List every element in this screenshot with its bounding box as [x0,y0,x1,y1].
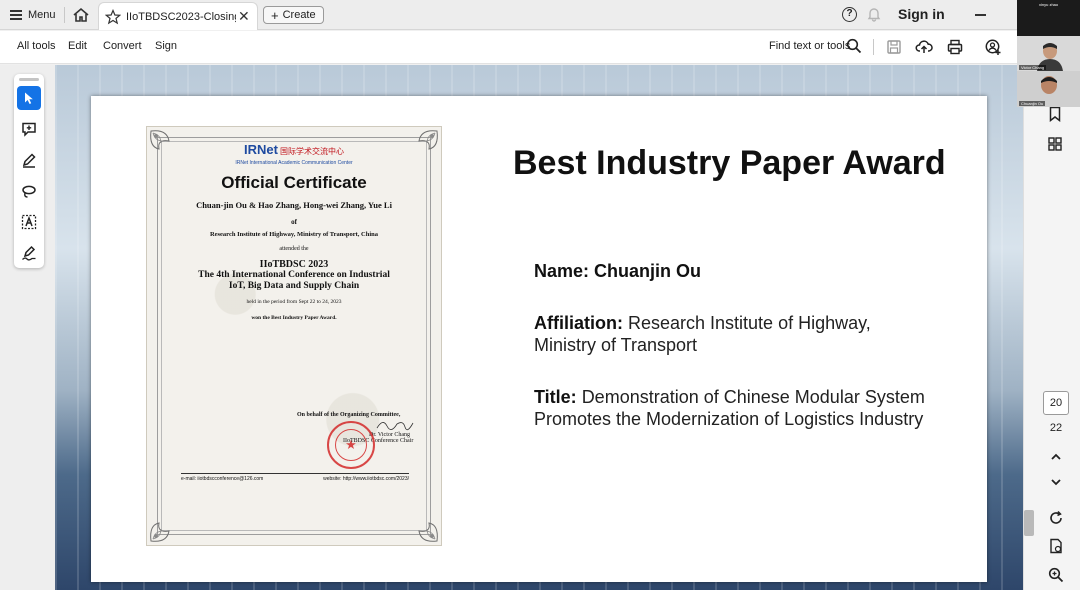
ornament-corner-icon [150,522,170,542]
find-text-or-tools[interactable]: Find text or tools [769,40,850,52]
bell-icon[interactable] [866,6,882,22]
tools-bar: All tools Edit Convert Sign Find text or… [0,31,1017,64]
brand-subtitle: IRNet International Academic Communicati… [235,160,353,166]
tab-title: IIoTBDSC2023-Closing C... [126,10,236,23]
signature-icon [376,422,414,431]
participant-name: xinyu zhao [1039,2,1059,7]
certificate-email: e-mail: iiotbdscconference@126.com [181,476,264,482]
certificate-conference-line2: IoT, Big Data and Supply Chain [228,281,360,291]
sign-in-button[interactable]: Sign in [898,6,945,22]
create-button[interactable]: + Create [263,6,324,24]
affiliation-label: Affiliation: [534,313,623,333]
chevron-down-icon[interactable] [1048,474,1064,490]
rotate-icon[interactable] [1048,510,1064,526]
affiliation-line2: Ministry of Transport [534,335,698,355]
minimize-icon[interactable] [975,14,986,16]
divider [64,7,65,23]
chevron-up-icon[interactable] [1048,449,1064,465]
lasso-icon [22,185,36,198]
current-page-input[interactable]: 20 [1043,391,1069,415]
sign-tool[interactable] [17,241,41,265]
plus-icon: + [271,7,279,23]
affiliation-line1: Research Institute of Highway, [628,313,871,333]
zoom-in-icon[interactable] [1048,567,1064,583]
highlight-tool[interactable] [17,148,41,172]
vertical-scrollbar[interactable] [1024,510,1034,536]
menu-button[interactable]: Menu [10,6,56,24]
video-tile-3[interactable]: Chuanjin Ou [1017,71,1080,107]
certificate-logo: IRNet 国际学术交流中心 IRNet International Academ… [147,141,441,166]
document-tab[interactable]: IIoTBDSC2023-Closing C... ✕ [98,2,258,30]
certificate-won: won the Best Industry Paper Award. [251,315,337,321]
menu-label: Menu [28,9,56,21]
sign-menu[interactable]: Sign [155,40,177,52]
total-pages: 22 [1049,422,1063,434]
text-tool[interactable] [17,210,41,234]
cloud-upload-icon[interactable] [915,38,933,56]
tab-bar: Menu IIoTBDSC2023-Closing C... ✕ + Creat… [0,0,1017,30]
save-icon[interactable] [885,38,903,56]
certificate-held: held in the period from Sept 22 to 24, 2… [246,299,342,305]
search-icon[interactable] [846,38,862,54]
ornament-corner-icon [418,522,438,542]
title-label: Title: [534,387,577,407]
home-icon[interactable] [72,6,90,24]
certificate-footer: e-mail: iiotbdscconference@126.com websi… [181,473,409,482]
certificate-conference-short: IIoTBDSC 2023 [259,259,329,270]
divider [873,39,874,55]
certificate-image: IRNet 国际学术交流中心 IRNet International Academ… [146,126,442,546]
certificate-authors: Chuan-jin Ou & Hao Zhang, Hong-wei Zhang… [196,200,392,210]
all-tools-menu[interactable]: All tools [17,40,56,52]
title-line2: Promotes the Modernization of Logistics … [534,409,924,429]
name-value: Chuanjin Ou [594,261,702,281]
certificate-conference-line1: The 4th International Conference on Indu… [198,270,390,280]
certificate-of: of [291,218,297,226]
share-user-icon[interactable] [984,38,1002,56]
print-icon[interactable] [946,38,964,56]
text-box-icon [21,214,37,230]
official-seal-icon: ★ [327,421,375,469]
page-info-icon[interactable] [1048,538,1064,554]
award-title: Best Industry Paper Award [513,144,946,182]
participant-name: Chuanjin Ou [1019,101,1046,106]
behalf-text: On behalf of the Organizing Committee, [297,412,401,418]
star-icon[interactable] [105,8,121,25]
award-affiliation: Affiliation: Research Institute of Highw… [534,312,871,356]
drag-handle[interactable] [19,78,39,81]
name-label: Name: [534,261,590,281]
video-tile-1[interactable]: xinyu zhao [1017,0,1080,36]
select-tool[interactable] [17,86,41,110]
certificate-attended: attended the [279,246,309,252]
pen-icon [22,153,36,168]
create-label: Create [282,9,316,21]
brand-name: IRNet [244,142,278,157]
award-name: Name: Chuanjin Ou [534,260,701,282]
draw-tool[interactable] [17,179,41,203]
certificate-website: website: http://www.iiotbdsc.com/2023/ [323,476,409,482]
cursor-arrow-icon [25,92,33,104]
video-tile-2[interactable]: Victor Chang [1017,36,1080,71]
close-tab-icon[interactable]: ✕ [238,8,250,25]
convert-menu[interactable]: Convert [103,40,142,52]
award-paper-title: Title: Demonstration of Chinese Modular … [534,386,925,430]
participant-name: Victor Chang [1019,65,1047,70]
brand-name-cn: 国际学术交流中心 [279,147,344,156]
add-comment-tool[interactable] [17,117,41,141]
title-line1: Demonstration of Chinese Modular System [581,387,925,407]
presentation-slide: IRNet 国际学术交流中心 IRNet International Academ… [91,96,987,582]
hamburger-icon [10,10,22,20]
help-icon[interactable]: ? [842,7,857,22]
comment-plus-icon [22,122,36,137]
bookmark-icon[interactable] [1047,106,1063,122]
thumbnails-grid-icon[interactable] [1047,136,1063,152]
certificate-institution: Research Institute of Highway, Ministry … [209,231,379,238]
quick-tools-bar [14,74,44,268]
certificate-title: Official Certificate [221,173,367,192]
signature-pen-icon [22,245,36,261]
edit-menu[interactable]: Edit [68,40,87,52]
